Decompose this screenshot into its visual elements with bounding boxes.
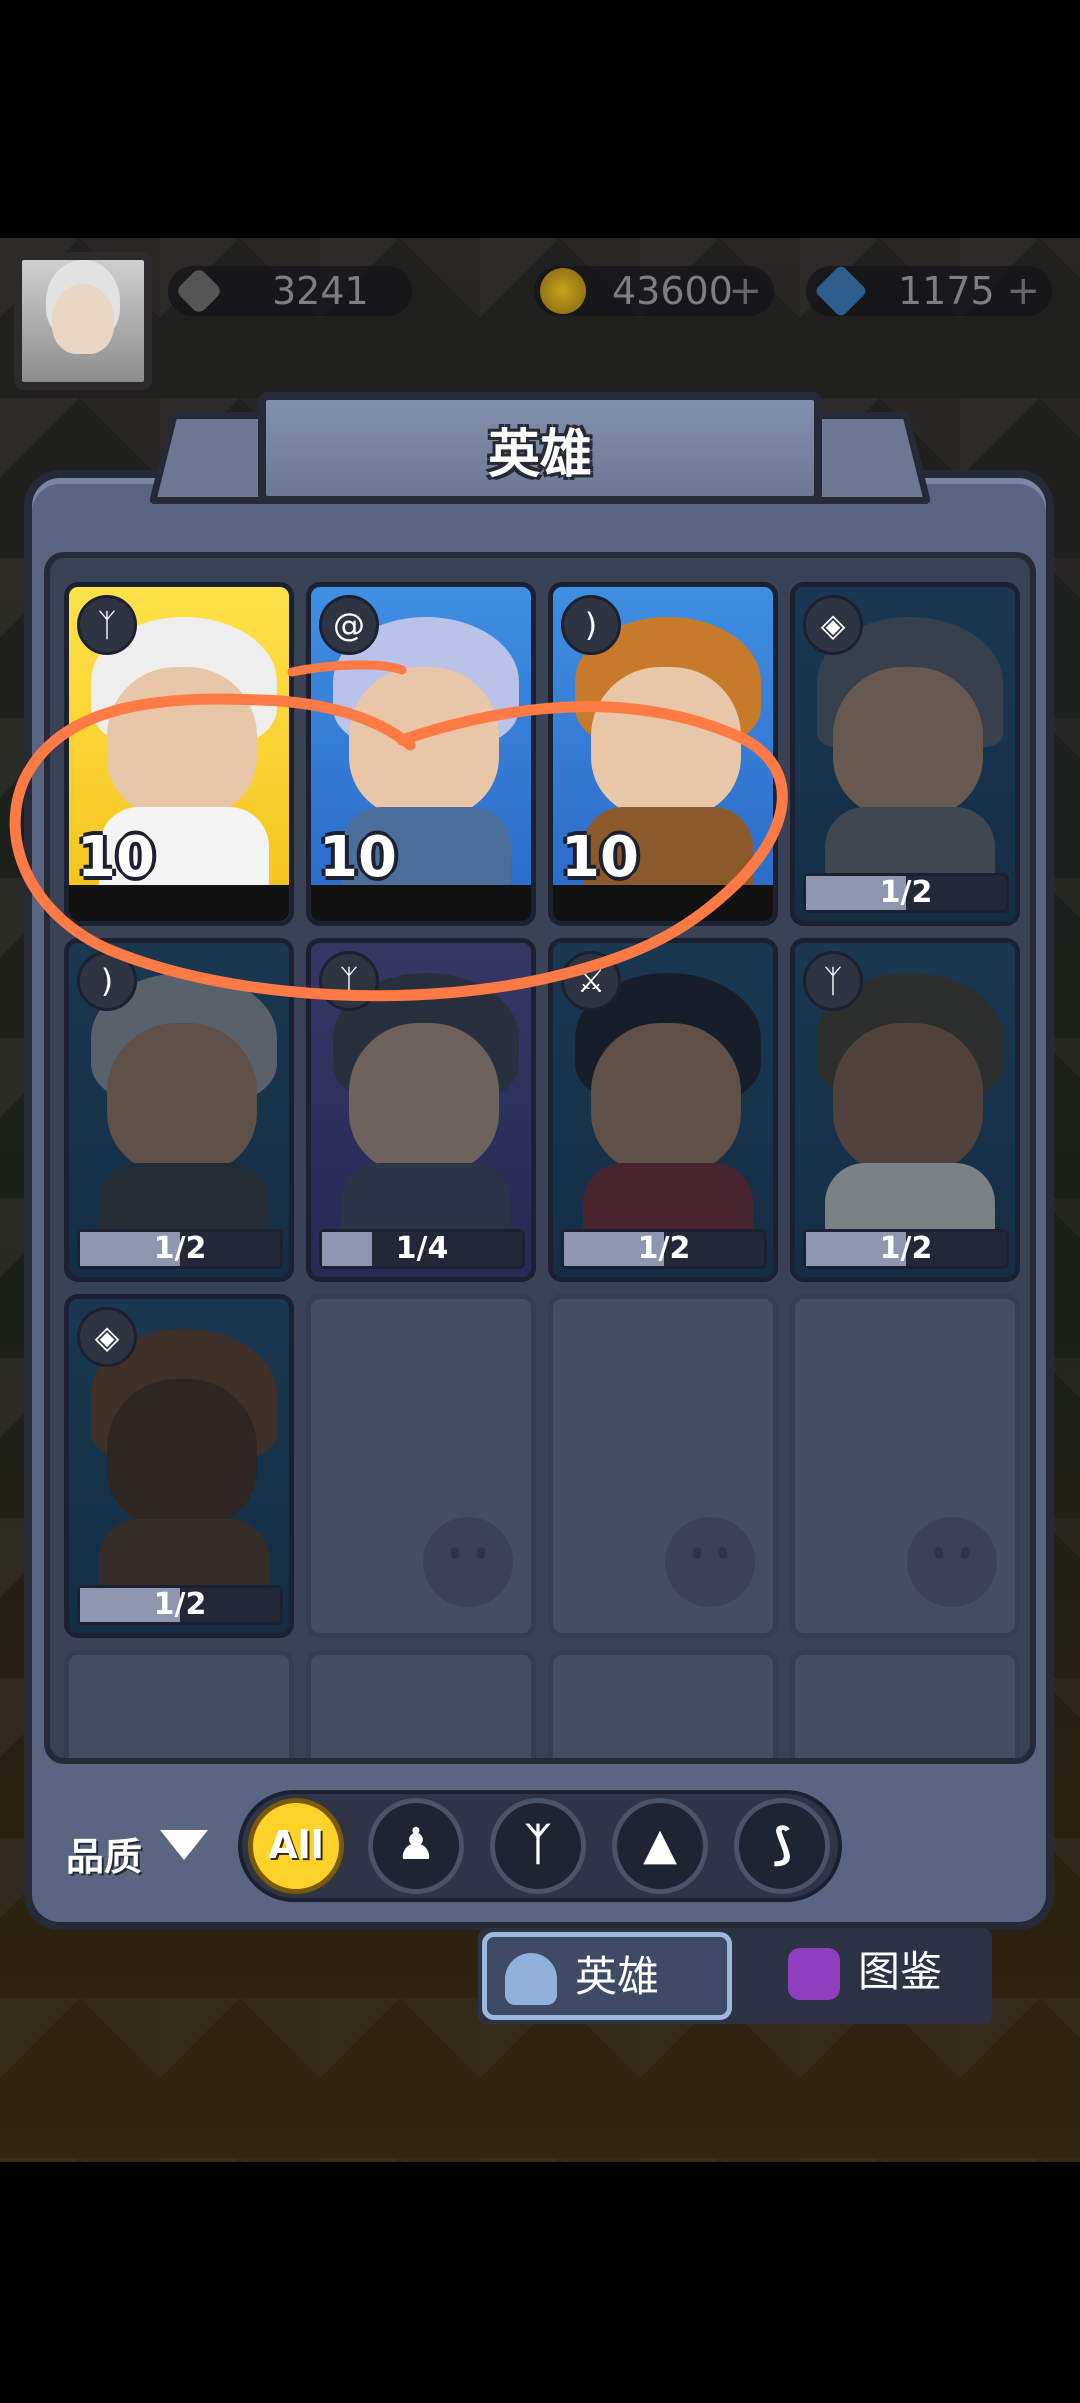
- sword-icon: ⚔: [561, 951, 621, 1011]
- shard-count: 1/2: [153, 1231, 207, 1266]
- hero-face: [349, 1023, 499, 1173]
- claw-icon[interactable]: ⟆: [734, 1798, 830, 1894]
- tab-heroes[interactable]: 英雄: [482, 1932, 732, 2020]
- diamond-icon: [814, 264, 868, 318]
- power-display: 3241: [168, 266, 412, 316]
- hero-face: [591, 1023, 741, 1173]
- shard-progress: 1/4: [319, 1229, 525, 1269]
- hero-card[interactable]: ᛉ 1/4: [306, 938, 536, 1282]
- shard-count: 1/2: [637, 1231, 691, 1266]
- feather-icon: ᛉ: [319, 951, 379, 1011]
- hood-icon[interactable]: ▲: [612, 1798, 708, 1894]
- gem-display[interactable]: 1175 +: [806, 264, 1052, 318]
- hero-level: 10: [319, 825, 397, 890]
- tab-codex[interactable]: 图鉴: [770, 1932, 990, 2020]
- gold-display[interactable]: 43600 +: [534, 266, 774, 316]
- shard-progress: 1/2: [561, 1229, 767, 1269]
- bow-icon: ): [561, 595, 621, 655]
- shield-icon: ◈: [803, 595, 863, 655]
- feather-icon: ᛉ: [803, 951, 863, 1011]
- quality-filter-label: 品质: [66, 1835, 143, 1879]
- shard-progress: 1/2: [77, 1229, 283, 1269]
- empty-hero-slot: [306, 1294, 536, 1638]
- card-footer: [311, 885, 531, 921]
- wings-icon[interactable]: ᛉ: [490, 1798, 586, 1894]
- empty-hero-slot: [790, 1294, 1020, 1638]
- book-icon: [788, 1948, 840, 2000]
- gold-value: 43600: [612, 269, 733, 313]
- filter-all-button[interactable]: All: [248, 1798, 344, 1894]
- sword-icon: [174, 266, 224, 316]
- empty-hero-slot: [548, 1650, 778, 1758]
- knight-helmet-icon: [505, 1953, 557, 2005]
- hero-face: [107, 667, 257, 817]
- hero-level: 10: [561, 825, 639, 890]
- bow-icon: ): [77, 951, 137, 1011]
- hero-card[interactable]: ◈ 1/2: [790, 582, 1020, 926]
- shard-progress: 1/2: [803, 1229, 1009, 1269]
- player-avatar[interactable]: [14, 252, 152, 390]
- placeholder-face-icon: [665, 1517, 755, 1607]
- feather-icon: ᛉ: [77, 595, 137, 655]
- tab-heroes-label: 英雄: [575, 1952, 660, 2001]
- tab-codex-label: 图鉴: [858, 1947, 943, 1996]
- placeholder-face-icon: [907, 1517, 997, 1607]
- hero-level: 10: [77, 825, 155, 890]
- shard-progress: 1/2: [803, 873, 1009, 913]
- empty-hero-slot: [790, 1650, 1020, 1758]
- add-gem-button[interactable]: +: [1006, 266, 1040, 316]
- hero-card[interactable]: ⚔ 1/2: [548, 938, 778, 1282]
- shield-icon: ◈: [77, 1307, 137, 1367]
- hero-grid[interactable]: ᛉ 10 @ 10 ) 10 ◈ 1/2 ) 1/2 ᛉ 1/4 ⚔ 1/2 ᛉ…: [44, 552, 1036, 1764]
- shard-count: 1/4: [395, 1231, 449, 1266]
- panel-banner: 英雄: [258, 392, 822, 504]
- top-bar: 3241 43600 + 1175 +: [0, 250, 1080, 390]
- empty-hero-slot: [548, 1294, 778, 1638]
- hero-face: [833, 1023, 983, 1173]
- hero-card[interactable]: ᛉ 1/2: [790, 938, 1020, 1282]
- card-footer: [69, 885, 289, 921]
- hero-card[interactable]: ᛉ 10: [64, 582, 294, 926]
- placeholder-face-icon: [423, 1517, 513, 1607]
- shard-count: 1/2: [153, 1587, 207, 1622]
- hero-face: [107, 1023, 257, 1173]
- shard-progress-fill: [322, 1232, 372, 1266]
- hero-card[interactable]: ) 10: [548, 582, 778, 926]
- hero-face: [349, 667, 499, 817]
- hero-face: [833, 667, 983, 817]
- add-gold-button[interactable]: +: [728, 266, 762, 316]
- hero-card[interactable]: @ 10: [306, 582, 536, 926]
- shard-count: 1/2: [879, 875, 933, 910]
- swirl-icon: @: [319, 595, 379, 655]
- gem-value: 1175: [898, 269, 995, 313]
- power-value: 3241: [272, 269, 369, 313]
- hero-face: [107, 1379, 257, 1529]
- empty-hero-slot: [306, 1650, 536, 1758]
- quality-dropdown-icon[interactable]: [160, 1830, 208, 1860]
- hero-card[interactable]: ) 1/2: [64, 938, 294, 1282]
- card-footer: [553, 885, 773, 921]
- panel-title: 英雄: [487, 425, 592, 485]
- shard-count: 1/2: [879, 1231, 933, 1266]
- shard-progress: 1/2: [77, 1585, 283, 1625]
- hero-card[interactable]: ◈ 1/2: [64, 1294, 294, 1638]
- coin-icon: [540, 268, 586, 314]
- hero-face: [591, 667, 741, 817]
- pawn-icon[interactable]: ♟: [368, 1798, 464, 1894]
- empty-hero-slot: [64, 1650, 294, 1758]
